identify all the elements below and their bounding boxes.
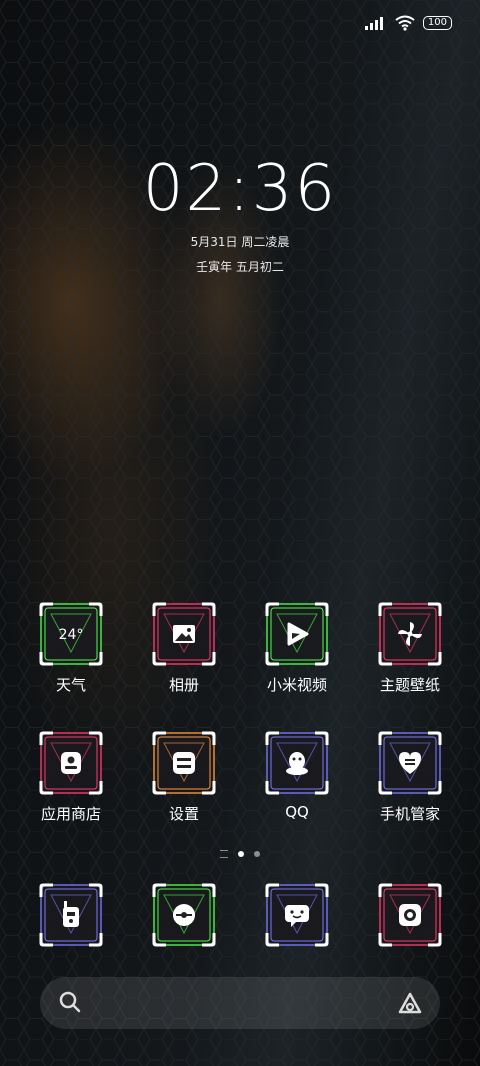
clock-date: 5月31日 周二凌晨 <box>190 235 290 249</box>
app-label: QQ <box>285 803 309 821</box>
themes-icon[interactable] <box>378 602 442 666</box>
app-gallery[interactable]: 相册 <box>134 602 234 695</box>
app-qq[interactable]: QQ <box>247 731 347 821</box>
app-label: 应用商店 <box>40 805 101 823</box>
video-icon[interactable] <box>265 602 329 666</box>
battery-indicator: 100 <box>422 16 452 30</box>
dock-app-walkie-talkie[interactable] <box>21 883 121 947</box>
page-indicator[interactable] <box>0 850 480 858</box>
app-label: 设置 <box>168 805 199 823</box>
app-label: 相册 <box>168 676 199 694</box>
browser-icon[interactable] <box>152 883 216 947</box>
signal-icon <box>364 17 383 30</box>
appstore-icon[interactable] <box>39 731 103 795</box>
search-icon <box>59 991 81 1013</box>
weather-icon[interactable]: 24° <box>39 602 103 666</box>
search-bar[interactable] <box>40 977 440 1029</box>
camera-icon[interactable] <box>378 883 442 947</box>
gallery-icon[interactable] <box>152 602 216 666</box>
app-video[interactable]: 小米视频 <box>247 602 347 695</box>
messages-icon[interactable] <box>265 883 329 947</box>
app-settings[interactable]: 设置 <box>134 731 234 824</box>
app-weather[interactable]: 24° 天气 <box>21 602 121 695</box>
page-list-icon[interactable] <box>220 850 228 858</box>
wifi-icon <box>395 15 415 31</box>
app-themes[interactable]: 主题壁纸 <box>360 602 460 695</box>
weather-temp: 24° <box>59 627 84 643</box>
app-security[interactable]: 手机管家 <box>360 731 460 824</box>
status-bar: 100 <box>364 14 452 32</box>
lunar-date: 壬寅年 五月初二 <box>196 260 284 274</box>
dock-app-messages[interactable] <box>247 883 347 947</box>
qq-icon[interactable] <box>265 731 329 795</box>
settings-icon[interactable] <box>152 731 216 795</box>
app-appstore[interactable]: 应用商店 <box>21 731 121 824</box>
page-dot[interactable] <box>254 851 260 857</box>
page-dot-active[interactable] <box>238 851 244 857</box>
dock-app-camera[interactable] <box>360 883 460 947</box>
security-icon[interactable] <box>378 731 442 795</box>
dock-app-browser[interactable] <box>134 883 234 947</box>
app-label: 主题壁纸 <box>379 676 440 694</box>
app-label: 天气 <box>55 676 86 694</box>
app-label: 小米视频 <box>266 676 327 694</box>
app-label: 手机管家 <box>379 805 440 823</box>
clock-time[interactable]: 02:36 <box>0 152 480 226</box>
assistant-icon[interactable] <box>396 990 424 1016</box>
walkie-talkie-icon[interactable] <box>39 883 103 947</box>
